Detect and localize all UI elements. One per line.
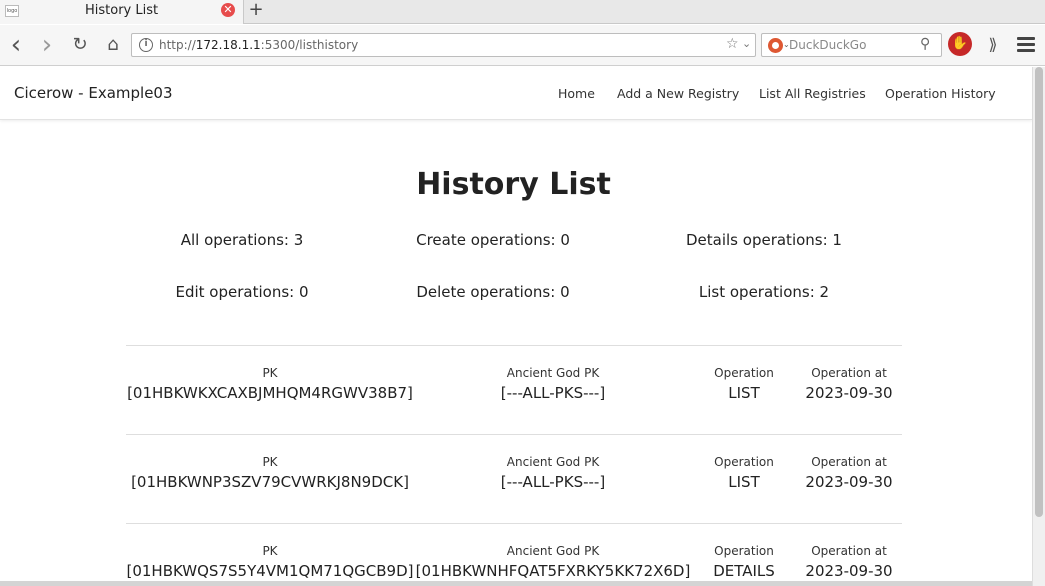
operation-cell: Operation LIST [700,346,788,402]
url-path: :5300/listhistory [260,38,359,52]
operation-at-cell: Operation at 2023-09-30 [796,524,902,580]
operation-value: DETAILS [713,562,775,580]
favicon-icon: logo [5,5,19,17]
pk-value: [01HBKWNP3SZV79CVWRKJ8N9DCK] [131,473,409,491]
ancient-god-pk-cell: Ancient God PK [01HBKWNHFQAT5FXRKY5KK72X… [414,524,692,580]
stat-details-operations: Details operations: 1 [686,231,842,249]
operation-cell: Operation LIST [700,435,788,491]
url-dropdown-icon[interactable]: ⌄ [742,37,751,50]
operation-at-cell: Operation at 2023-09-30 [796,435,902,491]
operation-at-value: 2023-09-30 [805,384,893,402]
operation-at-cell: Operation at 2023-09-30 [796,346,902,402]
url-prefix: http:// [159,38,196,52]
search-input[interactable]: DuckDuckGo [789,38,866,52]
stat-edit-operations: Edit operations: 0 [175,283,309,301]
site-navbar: Cicerow - Example03 Home Add a New Regis… [0,67,1032,120]
browser-tab[interactable]: logo History List ✕ [0,0,244,24]
duckduckgo-icon[interactable] [768,38,783,53]
vertical-scrollbar[interactable] [1032,67,1045,586]
stat-all-operations: All operations: 3 [180,231,304,249]
url-bar[interactable]: i http://172.18.1.1:5300/listhistory ☆ ⌄ [131,33,756,57]
search-icon[interactable]: ⚲ [920,36,930,52]
pk-cell: PK [01HBKWKXCAXBJMHQM4RGWV38B7] [126,346,414,402]
forward-icon[interactable]: › [36,32,58,58]
ancient-god-pk-value: [---ALL-PKS---] [500,384,606,402]
search-bar[interactable]: ⌄ DuckDuckGo ⚲ [761,33,942,57]
operation-label: Operation [714,366,774,380]
browser-toolbar: ‹ › ↻ ⌂ i http://172.18.1.1:5300/listhis… [0,25,1045,66]
toolbar-overflow-icon[interactable]: ⟫ [984,33,1002,57]
operation-at-label: Operation at [811,455,887,469]
url-text[interactable]: http://172.18.1.1:5300/listhistory [159,38,358,52]
url-host: 172.18.1.1 [195,38,261,52]
vertical-scrollbar-thumb[interactable] [1035,67,1043,517]
back-icon[interactable]: ‹ [5,32,27,58]
nav-link-add-registry[interactable]: Add a New Registry [617,86,739,101]
ancient-god-pk-label: Ancient God PK [506,366,600,380]
horizontal-scrollbar[interactable] [0,581,1032,586]
operation-label: Operation [714,455,774,469]
site-brand[interactable]: Cicerow - Example03 [14,84,173,102]
home-icon[interactable]: ⌂ [102,34,124,56]
pk-value: [01HBKWQS7S5Y4VM1QM71QGCB9D] [126,562,414,580]
close-tab-icon[interactable]: ✕ [221,3,235,17]
history-row: PK [01HBKWKXCAXBJMHQM4RGWV38B7] Ancient … [126,345,902,434]
page-title: History List [416,167,611,202]
nav-link-operation-history[interactable]: Operation History [885,86,996,101]
operation-value: LIST [728,384,760,402]
operation-at-value: 2023-09-30 [805,473,893,491]
ancient-god-pk-value: [---ALL-PKS---] [500,473,606,491]
pk-label: PK [262,544,278,558]
page-content: Cicerow - Example03 Home Add a New Regis… [0,67,1032,586]
ancient-god-pk-label: Ancient God PK [506,455,600,469]
operation-label: Operation [714,544,774,558]
pk-label: PK [262,455,278,469]
nav-link-list-registries[interactable]: List All Registries [759,86,866,101]
ancient-god-pk-cell: Ancient God PK [---ALL-PKS---] [414,346,692,402]
operation-at-label: Operation at [811,544,887,558]
operation-value: LIST [728,473,760,491]
ublock-icon[interactable]: ✋ [948,32,972,56]
pk-cell: PK [01HBKWQS7S5Y4VM1QM71QGCB9D] [126,524,414,580]
site-info-icon[interactable]: i [139,38,153,52]
new-tab-icon[interactable]: + [248,0,264,20]
history-row: PK [01HBKWQS7S5Y4VM1QM71QGCB9D] Ancient … [126,523,902,586]
pk-cell: PK [01HBKWNP3SZV79CVWRKJ8N9DCK] [126,435,414,491]
reload-icon[interactable]: ↻ [69,34,91,56]
pk-label: PK [262,366,278,380]
browser-tab-strip: logo History List ✕ + [0,0,1045,24]
stat-list-operations: List operations: 2 [698,283,830,301]
pk-value: [01HBKWKXCAXBJMHQM4RGWV38B7] [127,384,413,402]
stat-create-operations: Create operations: 0 [416,231,570,249]
history-row: PK [01HBKWNP3SZV79CVWRKJ8N9DCK] Ancient … [126,434,902,523]
nav-link-home[interactable]: Home [558,86,595,101]
stat-delete-operations: Delete operations: 0 [416,283,570,301]
operation-at-label: Operation at [811,366,887,380]
bookmark-star-icon[interactable]: ☆ [726,36,739,52]
ancient-god-pk-cell: Ancient God PK [---ALL-PKS---] [414,435,692,491]
hamburger-menu-icon[interactable] [1015,33,1037,57]
operation-at-value: 2023-09-30 [805,562,893,580]
ancient-god-pk-label: Ancient God PK [506,544,600,558]
ancient-god-pk-value: [01HBKWNHFQAT5FXRKY5KK72X6D] [415,562,691,580]
operation-cell: Operation DETAILS [700,524,788,580]
tab-title: History List [85,3,159,18]
